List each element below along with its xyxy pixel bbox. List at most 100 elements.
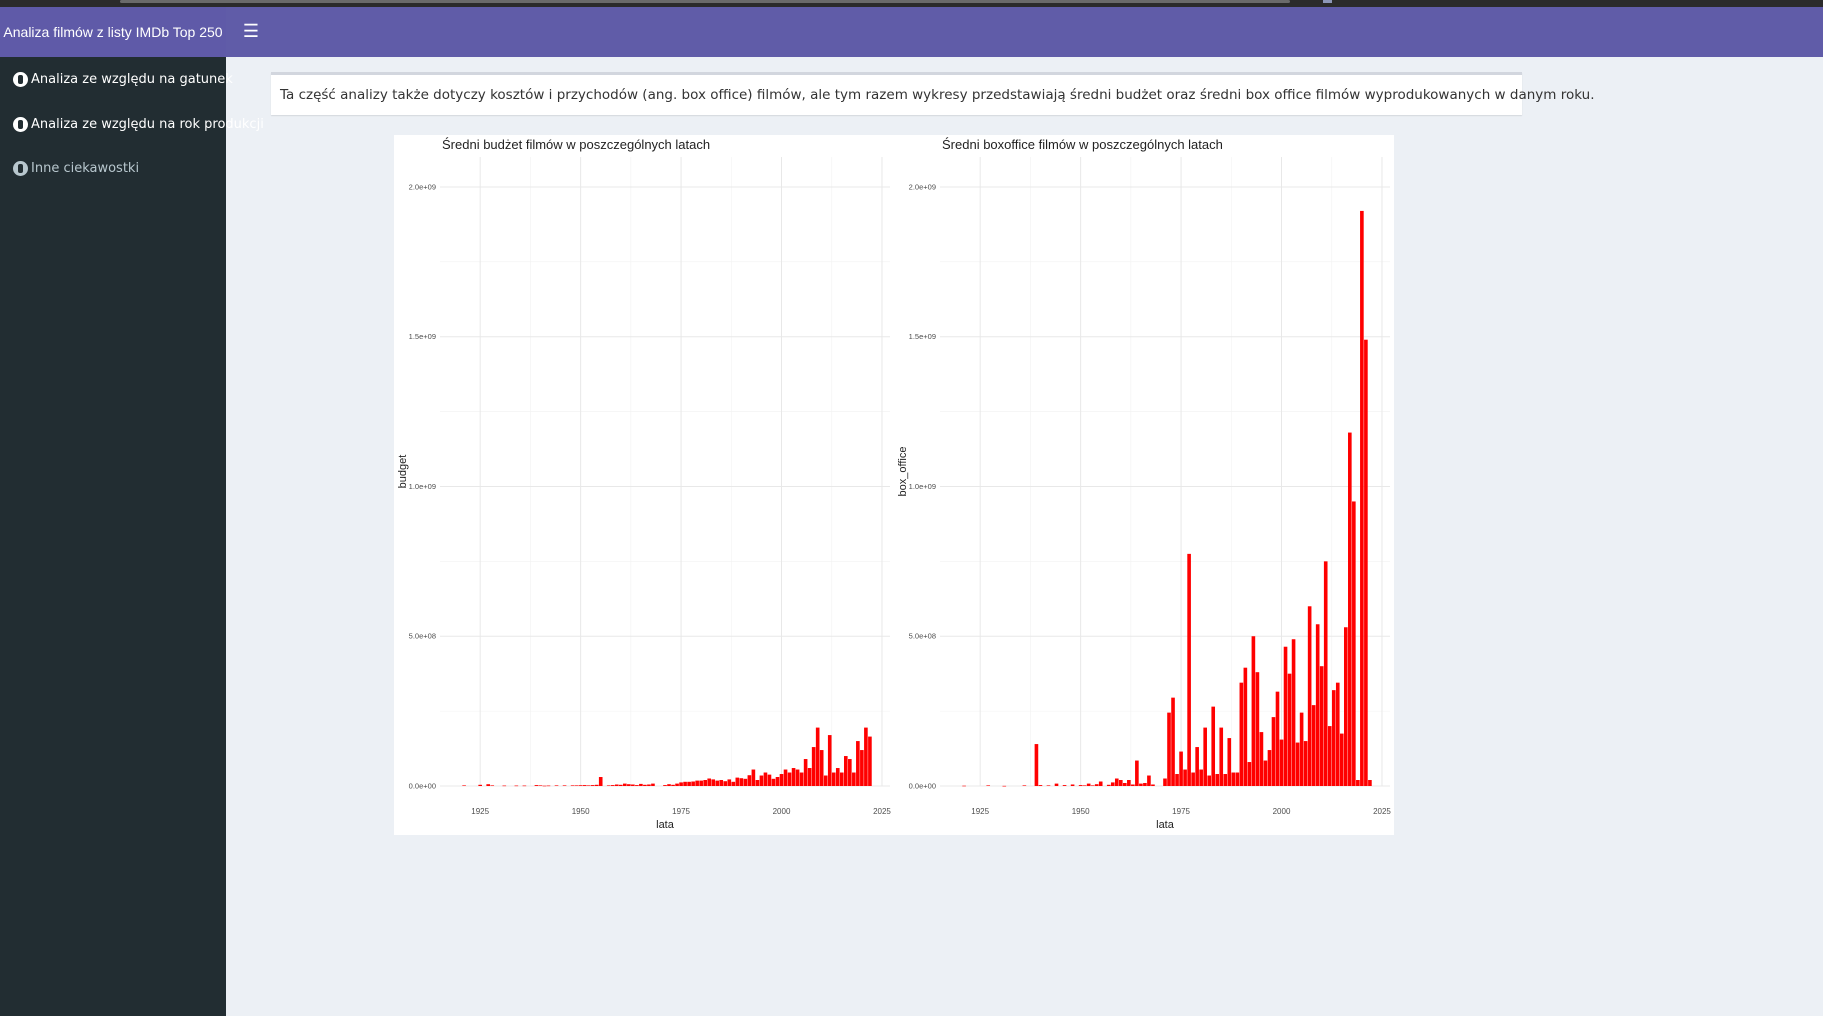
sidebar-item-genre-analysis[interactable]: Analiza ze względu na gatunek bbox=[0, 57, 233, 101]
chart-bar bbox=[1118, 780, 1123, 786]
chart-bar bbox=[651, 783, 655, 786]
chart-bar bbox=[554, 785, 559, 787]
chart-bar bbox=[1022, 785, 1027, 787]
chart-bar bbox=[1106, 784, 1111, 786]
y-axis-title: budget bbox=[397, 455, 409, 489]
chart-bar bbox=[1151, 784, 1155, 786]
x-tick-label: 2000 bbox=[773, 807, 791, 816]
chart-bar bbox=[795, 769, 800, 786]
chart-bar bbox=[542, 785, 547, 787]
chart-bar bbox=[594, 784, 599, 786]
chart-bar bbox=[723, 781, 728, 786]
y-axis-title: box_office bbox=[897, 447, 909, 497]
chart-bar bbox=[731, 781, 736, 786]
chart-bar bbox=[1287, 673, 1292, 786]
chart-bar bbox=[582, 785, 587, 786]
sidebar-item-year-analysis[interactable]: Analiza ze względu na rok produkcji bbox=[0, 102, 264, 146]
chart-bar bbox=[1215, 774, 1220, 786]
chart-bar bbox=[1054, 783, 1059, 786]
chart-bar bbox=[1207, 775, 1212, 786]
chart-bar bbox=[835, 768, 840, 786]
chart-bar bbox=[860, 750, 864, 786]
y-tick-label: 1.0e+09 bbox=[909, 482, 936, 491]
chart-bar bbox=[807, 768, 812, 786]
chart-bar bbox=[1291, 639, 1296, 786]
y-tick-label: 0.0e+00 bbox=[909, 782, 936, 791]
sidebar-item-label: Inne ciekawostki bbox=[31, 160, 140, 176]
chart-bar bbox=[1038, 785, 1043, 786]
chart-bar bbox=[1307, 606, 1312, 786]
chart-bar bbox=[1070, 784, 1075, 786]
browser-top-strip bbox=[0, 0, 1823, 7]
chart-bar bbox=[618, 784, 623, 786]
info-icon bbox=[13, 160, 28, 176]
chart-bar bbox=[1247, 762, 1252, 786]
chart-bar bbox=[514, 785, 519, 787]
chart-bar bbox=[1203, 727, 1207, 786]
chart-bar bbox=[707, 778, 712, 786]
chart-bar bbox=[711, 779, 716, 786]
chart-bar bbox=[1211, 706, 1216, 786]
hamburger-icon[interactable]: ☰ bbox=[240, 20, 262, 42]
chart-bar bbox=[590, 785, 595, 786]
browser-indicator bbox=[1323, 0, 1332, 3]
chart-bar bbox=[639, 783, 643, 786]
description-box: Ta część analizy także dotyczy kosztów i… bbox=[271, 72, 1594, 115]
chart-bar bbox=[803, 759, 808, 786]
chart-bar bbox=[1094, 784, 1099, 786]
chart-bar bbox=[1243, 667, 1248, 786]
chart-bar bbox=[1187, 553, 1191, 786]
chart-bar bbox=[1364, 339, 1368, 786]
y-tick-label: 2.0e+09 bbox=[409, 182, 436, 191]
chart-bar bbox=[1271, 717, 1276, 786]
chart-bar bbox=[751, 769, 756, 786]
chart-bar bbox=[1311, 705, 1316, 786]
chart-bar bbox=[1110, 782, 1115, 786]
chart-bar bbox=[486, 784, 491, 786]
chart-bar bbox=[546, 785, 551, 787]
chart-bar bbox=[1002, 785, 1007, 787]
chart-bar bbox=[647, 784, 651, 786]
chart-bar bbox=[1275, 691, 1280, 786]
chart-bar bbox=[635, 785, 639, 786]
chart-bar bbox=[779, 774, 784, 786]
chart-bar bbox=[1199, 769, 1203, 786]
chart-bar bbox=[490, 785, 495, 787]
chart-bar bbox=[675, 783, 679, 786]
chart-bar bbox=[1163, 778, 1167, 786]
chart-bar bbox=[574, 785, 579, 787]
chart-title: Średni boxoffice filmów w poszczególnych… bbox=[942, 137, 1223, 152]
chart-bar bbox=[868, 736, 872, 786]
chart-bar bbox=[1062, 785, 1067, 786]
chart-bar bbox=[610, 785, 615, 786]
x-axis-title: lata bbox=[656, 819, 675, 831]
chart-bar bbox=[799, 772, 804, 786]
chart-bar bbox=[1239, 682, 1244, 786]
chart-bar bbox=[1034, 744, 1039, 786]
chart-bar bbox=[1259, 732, 1264, 786]
chart-bar bbox=[1356, 780, 1360, 786]
sidebar-item-other-trivia[interactable]: Inne ciekawostki bbox=[0, 146, 226, 190]
chart-bar bbox=[1183, 769, 1187, 786]
info-icon bbox=[13, 116, 28, 132]
chart-bar bbox=[759, 775, 764, 786]
app-title[interactable]: Analiza filmów z listy IMDb Top 250 bbox=[0, 7, 226, 57]
x-tick-label: 1975 bbox=[1172, 807, 1190, 816]
chart-bar bbox=[1127, 780, 1131, 786]
chart-bar bbox=[747, 775, 752, 786]
x-tick-label: 1950 bbox=[1072, 807, 1090, 816]
chart-bar bbox=[598, 777, 603, 786]
chart-bar bbox=[1090, 785, 1095, 787]
chart-bar bbox=[1283, 646, 1288, 786]
chart-bar bbox=[783, 769, 788, 786]
chart-bar bbox=[1231, 772, 1236, 786]
chart-bar bbox=[1331, 690, 1336, 786]
chart-bar bbox=[1348, 432, 1352, 786]
plot-area: 0.0e+00 5.0e+08 1.0e+09 1.5e+09 2.0e+09 1925 1… bbox=[394, 135, 1394, 835]
chart-bar bbox=[1135, 760, 1139, 786]
chart-bar bbox=[1171, 697, 1175, 786]
chart-bar bbox=[1191, 772, 1195, 786]
chart-bar bbox=[771, 778, 776, 786]
sidebar: Analiza ze względu na gatunek Analiza ze… bbox=[0, 57, 264, 1016]
chart-bar bbox=[663, 785, 667, 786]
